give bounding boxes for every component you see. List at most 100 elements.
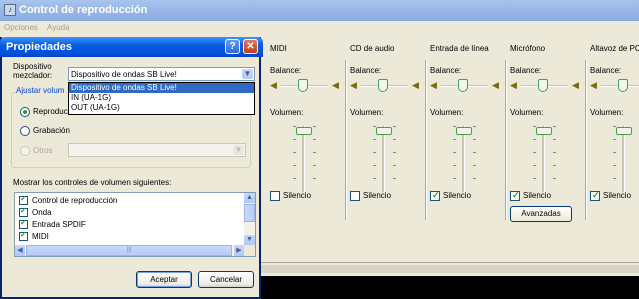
- volume-slider[interactable]: [376, 127, 392, 135]
- device-option[interactable]: IN (UA-1G): [69, 93, 254, 103]
- balance-slider[interactable]: [618, 79, 628, 92]
- device-option[interactable]: OUT (UA-1G): [69, 103, 254, 113]
- speaker-left-icon: ◀: [590, 80, 597, 90]
- column-title-cd: CD de audio: [350, 44, 395, 53]
- mute-checkbox[interactable]: [590, 190, 600, 201]
- speaker-right-icon: ◀: [332, 80, 339, 90]
- mute-checkbox[interactable]: [510, 190, 520, 201]
- close-icon[interactable]: ✕: [243, 39, 258, 54]
- adjust-volume-label: Ajustar volum: [16, 86, 67, 95]
- scroll-up-icon[interactable]: ▲: [244, 193, 255, 203]
- speaker-app-icon: ♪: [4, 4, 16, 16]
- balance-slider[interactable]: [378, 79, 388, 92]
- mixer-titlebar[interactable]: ♪ Control de reproducción: [0, 0, 639, 21]
- volume-slider[interactable]: [456, 127, 472, 135]
- column-title-line-in: Entrada de línea: [430, 44, 489, 53]
- scroll-right-icon[interactable]: ▶: [234, 245, 244, 256]
- speaker-right-icon: ◀: [492, 80, 499, 90]
- mute-checkbox[interactable]: [270, 191, 280, 201]
- mixer-column-line-in: Balance: ◀ ◀ Volumen: Silencio: [427, 60, 507, 232]
- volume-ticks: [373, 126, 376, 190]
- volume-track: [382, 126, 385, 192]
- column-title-mic: Micrófono: [510, 44, 546, 53]
- radio-recording[interactable]: [20, 126, 30, 136]
- speaker-left-icon: ◀: [510, 80, 517, 90]
- list-item-label: MIDI: [32, 232, 49, 241]
- volume-ticks: [613, 126, 616, 190]
- mixer-column-mic: Balance: ◀ ◀ Volumen: Silencio Avanzadas: [507, 60, 587, 232]
- volume-slider[interactable]: [536, 127, 552, 135]
- balance-slider[interactable]: [538, 79, 548, 92]
- others-select[interactable]: ▼: [68, 143, 246, 157]
- volume-ticks: [533, 126, 536, 190]
- menu-opciones[interactable]: Opciones: [4, 23, 38, 32]
- scroll-down-icon[interactable]: ▼: [244, 235, 255, 245]
- advanced-button[interactable]: Avanzadas: [510, 206, 572, 222]
- dialog-titlebar[interactable]: Propiedades ? ✕: [0, 37, 263, 57]
- list-item-checkbox[interactable]: [19, 218, 28, 229]
- balance-slider[interactable]: [298, 79, 308, 92]
- mixer-device-select[interactable]: Dispositivo de ondas SB Live! ▼: [68, 67, 255, 81]
- mute-label: Silencio: [603, 191, 632, 200]
- chevron-down-icon: ▼: [233, 145, 244, 155]
- mixer-column-cd: Balance: ◀ ◀ Volumen: Silencio: [347, 60, 427, 232]
- volume-track: [622, 126, 625, 192]
- balance-label: Balance:: [350, 66, 382, 75]
- device-option[interactable]: Dispositivo de ondas SB Live!: [69, 83, 254, 93]
- help-icon[interactable]: ?: [225, 39, 240, 54]
- speaker-left-icon: ◀: [430, 80, 437, 90]
- scroll-thumb[interactable]: |||: [26, 245, 232, 256]
- balance-label: Balance:: [430, 66, 462, 75]
- scroll-left-icon[interactable]: ◀: [15, 245, 25, 256]
- volume-controls-list[interactable]: Control de reproducción Onda Entrada SPD…: [14, 192, 256, 257]
- mute-label: Silencio: [283, 191, 312, 200]
- list-item-label: Control de reproducción: [32, 196, 118, 205]
- vertical-scrollbar[interactable]: ▲ ▼: [244, 193, 255, 245]
- scroll-corner: [244, 245, 255, 256]
- volume-track: [542, 126, 545, 192]
- mute-checkbox[interactable]: [350, 191, 360, 201]
- cancel-button[interactable]: Cancelar: [198, 271, 254, 288]
- properties-dialog: Propiedades ? ✕ Dispositivo mezclador: D…: [0, 37, 263, 299]
- volume-ticks: [553, 126, 556, 190]
- volume-slider[interactable]: [616, 127, 632, 135]
- balance-label: Balance:: [590, 66, 622, 75]
- device-label-line2: mezclador:: [13, 71, 53, 80]
- mute-label: Silencio: [523, 191, 552, 200]
- scroll-thumb[interactable]: [244, 204, 255, 222]
- chevron-down-icon[interactable]: ▼: [242, 69, 253, 79]
- status-grip: [258, 265, 639, 273]
- volume-ticks: [313, 126, 316, 190]
- speaker-left-icon: ◀: [270, 80, 277, 90]
- mute-checkbox[interactable]: [430, 190, 440, 201]
- volume-label: Volumen:: [510, 108, 544, 117]
- volume-label: Volumen:: [270, 108, 304, 117]
- volume-slider[interactable]: [296, 127, 312, 135]
- list-item-checkbox[interactable]: [19, 194, 28, 205]
- mute-label: Silencio: [363, 191, 392, 200]
- column-title-pc-speaker: Altavoz de PC: [590, 44, 639, 53]
- mixer-device-value: Dispositivo de ondas SB Live!: [71, 70, 177, 79]
- volume-track: [462, 126, 465, 192]
- mixer-menubar: Opciones Ayuda: [0, 21, 639, 35]
- balance-label: Balance:: [510, 66, 542, 75]
- mixer-device-dropdown: Dispositivo de ondas SB Live! IN (UA-1G)…: [68, 82, 255, 115]
- list-item-checkbox[interactable]: [19, 230, 28, 241]
- device-label-line1: Dispositivo: [13, 62, 52, 71]
- volume-ticks: [453, 126, 456, 190]
- radio-others[interactable]: [20, 146, 30, 156]
- radio-recording-label[interactable]: Grabación: [33, 126, 70, 135]
- ok-button[interactable]: Aceptar: [136, 271, 192, 288]
- list-item-checkbox[interactable]: [19, 206, 28, 217]
- volume-label: Volumen:: [350, 108, 384, 117]
- horizontal-scrollbar[interactable]: ◀ ||| ▶: [15, 245, 244, 256]
- menu-ayuda[interactable]: Ayuda: [47, 23, 70, 32]
- speaker-right-icon: ◀: [572, 80, 579, 90]
- radio-others-label: Otros: [33, 146, 53, 155]
- volume-label: Volumen:: [430, 108, 464, 117]
- radio-playback[interactable]: [20, 107, 30, 117]
- volume-track: [302, 126, 305, 192]
- balance-slider[interactable]: [458, 79, 468, 92]
- volume-ticks: [393, 126, 396, 190]
- speaker-left-icon: ◀: [350, 80, 357, 90]
